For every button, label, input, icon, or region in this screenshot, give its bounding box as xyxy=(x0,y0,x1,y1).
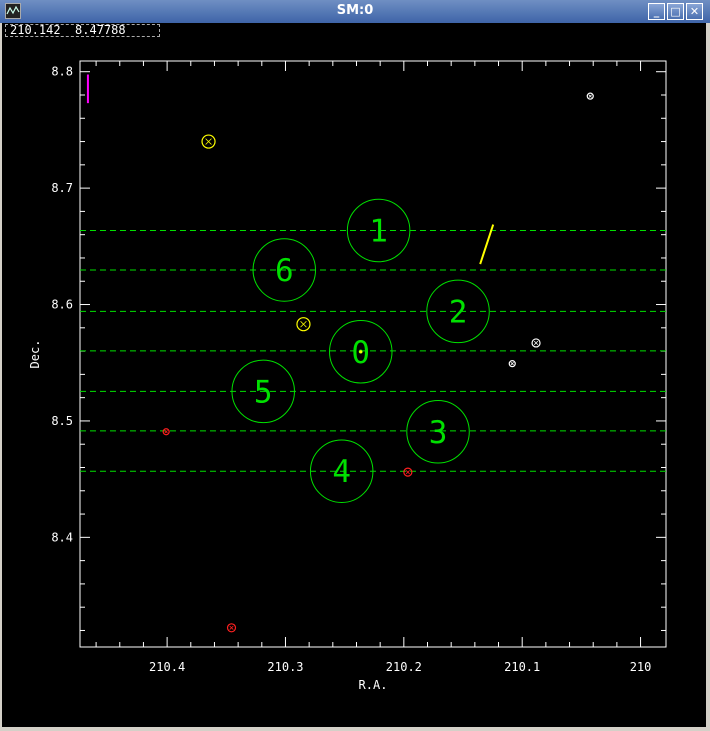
x-tick-label: 210.3 xyxy=(267,660,303,674)
source-marker-cross xyxy=(300,320,307,328)
field-label: 6 xyxy=(275,253,294,289)
source-marker-cross xyxy=(205,138,212,145)
x-tick-label: 210.2 xyxy=(386,660,422,674)
plot-canvas[interactable]: 210.142 8.47788 210.4 210.3 210.2 210.1 210 8… xyxy=(2,23,706,727)
minimize-button[interactable]: _ xyxy=(648,3,665,20)
maximize-button[interactable]: □ xyxy=(667,3,684,20)
source-marker-cross xyxy=(229,625,234,630)
field-label: 3 xyxy=(429,415,448,451)
x-tick-label: 210.1 xyxy=(504,660,540,674)
source-marker-cross xyxy=(510,362,514,366)
y-tick-label: 8.4 xyxy=(51,530,73,544)
close-button[interactable]: ✕ xyxy=(686,3,703,20)
field-label: 5 xyxy=(254,374,273,410)
y-tick-label: 8.6 xyxy=(51,298,73,312)
x-axis-label: R.A. xyxy=(359,678,388,692)
title-bar[interactable]: SM:0 _ □ ✕ xyxy=(0,0,710,23)
y-tick-label: 8.5 xyxy=(51,414,73,428)
y-axis-label: Dec. xyxy=(28,340,42,369)
sm-window: SM:0 _ □ ✕ 210.142 8.47788 210.4 210.3 210… xyxy=(0,0,710,729)
window-title: SM:0 xyxy=(336,3,374,18)
source-marker-cross xyxy=(164,430,168,434)
y-tick-label: 8.8 xyxy=(51,65,73,79)
source-marker-cross xyxy=(588,94,592,98)
field-label: 4 xyxy=(332,454,351,490)
field-label: 2 xyxy=(449,294,468,330)
plot-frame xyxy=(79,60,667,648)
field-label: 1 xyxy=(369,213,388,249)
y-tick-label: 8.7 xyxy=(51,181,73,195)
sky-chart[interactable]: 210.4 210.3 210.2 210.1 210 8.4 8.5 8.6 8.7 8.8 R.… xyxy=(2,23,706,727)
x-tick-label: 210.4 xyxy=(149,660,185,674)
source-marker-cross xyxy=(533,340,539,346)
source-marker-cross xyxy=(405,470,410,475)
coordinate-readout: 210.142 8.47788 xyxy=(5,24,160,37)
source-marker xyxy=(359,350,363,354)
x-tick-label: 210 xyxy=(630,660,652,674)
